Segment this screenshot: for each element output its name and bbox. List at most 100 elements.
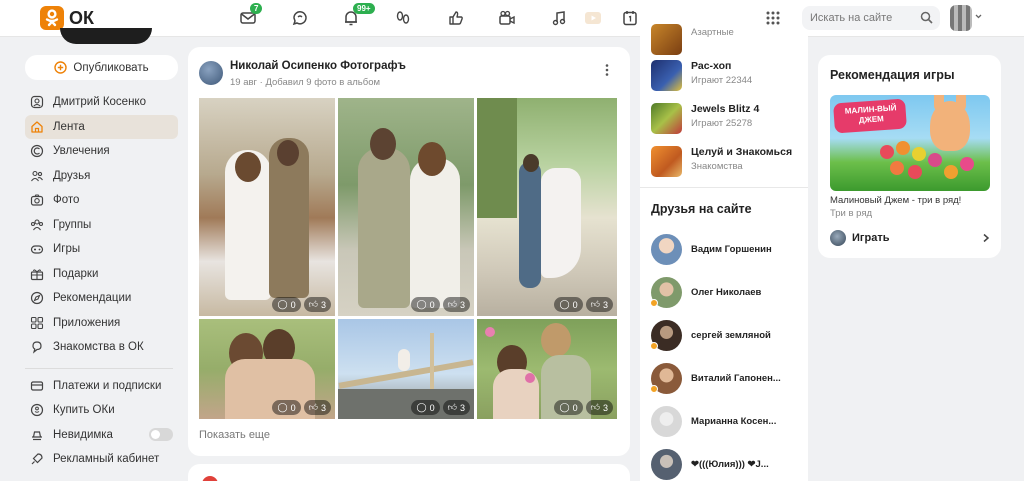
likes-count[interactable]: 👍︎ 3 xyxy=(303,297,331,312)
comments-count[interactable]: ◯ 0 xyxy=(554,400,583,415)
friend-item[interactable]: сергей земляной xyxy=(650,320,771,351)
comments-count[interactable]: ◯ 0 xyxy=(554,297,583,312)
likes-count[interactable]: 👍︎ 3 xyxy=(303,400,331,415)
guests-icon[interactable] xyxy=(393,8,413,28)
calendar-icon[interactable] xyxy=(620,8,640,28)
photo-counters: ◯ 0 👍︎ 3 xyxy=(411,297,470,312)
likes-count[interactable]: 👍︎ 3 xyxy=(585,400,613,415)
likes-count[interactable]: 👍︎ 3 xyxy=(442,400,470,415)
sidebar-item-ads[interactable]: Рекламный кабинет xyxy=(25,447,178,472)
search-icon[interactable] xyxy=(920,11,933,27)
sidebar-nav: Дмитрий Косенко Лента Увлечения Друзья Ф… xyxy=(25,90,178,472)
post-photo[interactable]: ◯ 0 👍︎ 3 xyxy=(338,98,474,316)
comments-count[interactable]: ◯ 0 xyxy=(411,400,440,415)
post-photo[interactable]: ◯ 0 👍︎ 3 xyxy=(338,319,474,419)
friends-online-title[interactable]: Друзья на сайте xyxy=(651,202,752,216)
next-post-avatar[interactable] xyxy=(202,476,218,481)
game-banner[interactable]: МАЛИН-ВЫЙ ДЖЕМ xyxy=(830,95,990,191)
notifications-icon[interactable]: 99+ xyxy=(341,3,375,28)
online-indicator xyxy=(650,385,658,393)
sidebar-item-profile[interactable]: Дмитрий Косенко xyxy=(25,90,178,115)
friend-name: Виталий Гапонен... xyxy=(691,373,781,384)
play-button[interactable]: Играть xyxy=(830,229,990,247)
video-icon[interactable] xyxy=(497,8,517,28)
music-icon[interactable] xyxy=(549,8,569,28)
home-icon xyxy=(31,121,43,133)
sidebar-item-photos[interactable]: Фото xyxy=(25,188,178,213)
game-thumbnail xyxy=(651,146,682,177)
friend-item[interactable]: ❤(((Юлия))) ❤J... xyxy=(651,449,769,480)
sidebar-item-groups[interactable]: Группы xyxy=(25,213,178,238)
likes-count[interactable]: 👍︎ 3 xyxy=(585,297,613,312)
likes-count[interactable]: 👍︎ 3 xyxy=(442,297,470,312)
like-icon: 👍︎ xyxy=(447,402,457,412)
friend-item[interactable]: Олег Николаев xyxy=(650,277,761,308)
game-name: Jewels Blitz 4 xyxy=(691,103,760,115)
invisible-toggle[interactable] xyxy=(149,428,173,442)
likes-icon[interactable] xyxy=(446,8,466,28)
author-avatar[interactable] xyxy=(199,61,223,85)
post-photo[interactable]: ◯ 0 👍︎ 3 xyxy=(477,319,617,419)
sidebar-item-label: Знакомства в ОК xyxy=(53,341,144,354)
chevron-down-icon[interactable] xyxy=(975,13,982,20)
sidebar-divider xyxy=(25,367,173,369)
game-item[interactable]: Jewels Blitz 4 Играют 25278 xyxy=(651,103,759,134)
friend-avatar xyxy=(651,234,682,265)
sidebar-item-dating[interactable]: Знакомства в ОК xyxy=(25,335,178,360)
feed-post: Николай Осипенко Фотографъ 19 авг · Доба… xyxy=(188,47,630,456)
sidebar-item-feed[interactable]: Лента xyxy=(25,114,178,139)
notifications-badge: 99+ xyxy=(353,3,375,14)
game-thumbnail xyxy=(651,103,682,134)
online-indicator xyxy=(650,299,658,307)
sidebar-item-recommendations[interactable]: Рекомендации xyxy=(25,286,178,311)
profile-photo-peek[interactable] xyxy=(60,28,152,44)
sidebar-item-label: Группы xyxy=(53,218,92,231)
sidebar-item-buy-oki[interactable]: Купить ОКи xyxy=(25,398,178,423)
friend-item[interactable]: Марианна Косен... xyxy=(651,406,776,437)
friend-item[interactable]: Вадим Горшенин xyxy=(651,234,772,265)
sidebar-item-label: Игры xyxy=(53,243,81,256)
recommended-game-title[interactable]: Малиновый Джем - три в ряд! xyxy=(830,195,961,206)
more-options-icon[interactable] xyxy=(603,63,611,77)
sidebar-item-apps[interactable]: Приложения xyxy=(25,311,178,336)
apps-grid-icon[interactable] xyxy=(763,8,783,28)
messages-icon[interactable]: 7 xyxy=(238,3,263,28)
friend-name: Вадим Горшенин xyxy=(691,244,772,255)
search-box[interactable] xyxy=(802,6,940,30)
sidebar-item-label: Невидимка xyxy=(53,428,113,441)
sidebar-item-payments[interactable]: Платежи и подписки xyxy=(25,374,178,399)
coin-icon xyxy=(30,404,44,417)
sidebar-item-hobbies[interactable]: Увлечения xyxy=(25,139,178,164)
sidebar-item-friends[interactable]: Друзья xyxy=(25,164,178,189)
sidebar-item-games[interactable]: Игры xyxy=(25,237,178,262)
games-friends-column: Азартные Рас-хоп Играют 22344 Jewels Blit… xyxy=(640,24,808,481)
sidebar-item-gifts[interactable]: Подарки xyxy=(25,262,178,287)
user-avatar[interactable] xyxy=(950,5,972,31)
comments-count[interactable]: ◯ 0 xyxy=(272,297,301,312)
live-video-icon[interactable] xyxy=(583,8,603,28)
camera-icon xyxy=(30,194,44,206)
publish-button[interactable]: Опубликовать xyxy=(25,55,178,80)
comment-icon: ◯ xyxy=(277,299,288,309)
sidebar-item-invisible[interactable]: Невидимка xyxy=(25,423,178,448)
friend-avatar xyxy=(650,320,682,351)
comment-icon: ◯ xyxy=(416,299,427,309)
search-input[interactable] xyxy=(810,12,914,24)
friend-avatar xyxy=(651,406,682,437)
post-photo[interactable]: ◯ 0 👍︎ 3 xyxy=(199,319,335,419)
friend-item[interactable]: Виталий Гапонен... xyxy=(650,363,781,394)
post-photo[interactable]: ◯ 0 👍︎ 3 xyxy=(477,98,617,316)
post-author[interactable]: Николай Осипенко Фотографъ xyxy=(230,60,406,72)
comments-count[interactable]: ◯ 0 xyxy=(411,297,440,312)
player-avatar xyxy=(830,230,846,246)
post-photo[interactable]: ◯ 0 👍︎ 3 xyxy=(199,98,335,316)
ok-logo[interactable]: ОК xyxy=(40,6,94,30)
game-item[interactable]: Азартные xyxy=(651,24,734,55)
discussions-icon[interactable] xyxy=(290,8,310,28)
game-category: Знакомства xyxy=(691,161,743,172)
game-item[interactable]: Целуй и Знакомься Знакомства xyxy=(651,146,792,177)
show-more-link[interactable]: Показать еще xyxy=(199,429,270,441)
comments-count[interactable]: ◯ 0 xyxy=(272,400,301,415)
game-item[interactable]: Рас-хоп Играют 22344 xyxy=(651,60,752,91)
like-icon: 👍︎ xyxy=(308,299,318,309)
